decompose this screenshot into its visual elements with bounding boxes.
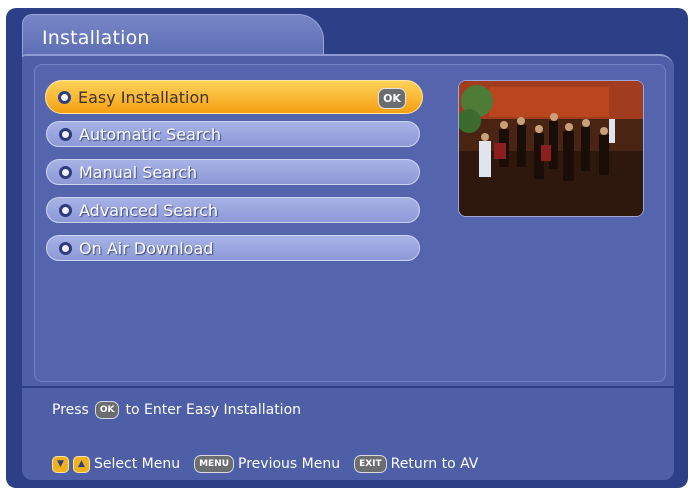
bullet-icon bbox=[59, 241, 72, 255]
hint-suffix: to Enter Easy Installation bbox=[125, 402, 302, 418]
tv-preview-image bbox=[458, 80, 644, 217]
ok-key-icon: OK bbox=[94, 401, 120, 419]
hint-text: Press OK to Enter Easy Installation bbox=[52, 398, 301, 422]
menu-item-advanced-search[interactable]: Advanced Search bbox=[46, 197, 420, 223]
page-title: Installation bbox=[42, 27, 150, 49]
arrow-down-icon: ▼ bbox=[52, 455, 69, 473]
ok-badge: OK bbox=[378, 88, 406, 109]
menu-item-label: Manual Search bbox=[79, 162, 198, 182]
menu-item-label: On Air Download bbox=[79, 238, 214, 258]
legend-menu: MENU Previous Menu bbox=[194, 455, 340, 473]
bullet-icon bbox=[58, 90, 71, 104]
bullet-icon bbox=[59, 127, 72, 141]
legend-exit-label: Return to AV bbox=[390, 456, 479, 472]
legend-select: ▼ ▲ Select Menu bbox=[52, 455, 181, 473]
menu-item-automatic-search[interactable]: Automatic Search bbox=[46, 121, 420, 147]
menu-item-label: Advanced Search bbox=[79, 200, 219, 220]
menu-item-manual-search[interactable]: Manual Search bbox=[46, 159, 420, 185]
legend-exit: EXIT Return to AV bbox=[354, 455, 478, 473]
legend-menu-label: Previous Menu bbox=[238, 456, 341, 472]
menu-item-label: Easy Installation bbox=[78, 87, 210, 107]
bullet-icon bbox=[59, 203, 72, 217]
legend-select-label: Select Menu bbox=[94, 456, 181, 472]
exit-key-icon: EXIT bbox=[354, 455, 387, 473]
button-legend: ▼ ▲ Select Menu MENU Previous Menu EXIT … bbox=[52, 452, 492, 476]
bullet-icon bbox=[59, 165, 72, 179]
arrow-up-icon: ▲ bbox=[73, 455, 90, 473]
preview-scene bbox=[459, 81, 643, 216]
menu-key-icon: MENU bbox=[194, 455, 235, 473]
menu-item-easy-installation[interactable]: Easy Installation OK bbox=[45, 80, 423, 114]
menu-item-label: Automatic Search bbox=[79, 124, 222, 144]
menu-item-on-air-download[interactable]: On Air Download bbox=[46, 235, 420, 261]
hint-prefix: Press bbox=[52, 402, 89, 418]
